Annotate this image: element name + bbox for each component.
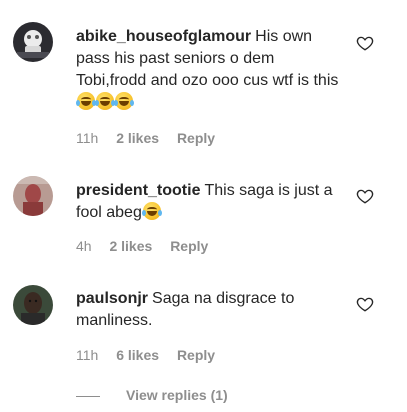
avatar[interactable] [13, 285, 53, 325]
comment-likes[interactable]: 6 likes [116, 347, 159, 363]
comment-meta: 11h 2 likes Reply [76, 130, 229, 146]
tears-of-joy-emoji [95, 92, 115, 110]
comment-username[interactable]: paulsonjr [76, 290, 148, 307]
tears-of-joy-emoji [114, 92, 134, 110]
comment-time[interactable]: 11h [76, 130, 98, 146]
comment-text: paulsonjr Saga na disgrace to manliness. [76, 288, 346, 332]
heart-outline-icon[interactable] [356, 187, 374, 205]
heart-outline-icon[interactable] [356, 34, 374, 52]
avatar[interactable] [13, 176, 53, 216]
comment-meta: 4h 2 likes Reply [76, 238, 222, 254]
view-replies-button[interactable]: View replies (1) [76, 387, 228, 407]
divider-line [76, 395, 100, 397]
reply-button[interactable]: Reply [177, 130, 215, 146]
comment-username[interactable]: president_tootie [76, 182, 200, 199]
comment-likes[interactable]: 2 likes [109, 238, 152, 254]
comment-time[interactable]: 4h [76, 238, 92, 254]
heart-outline-icon[interactable] [356, 295, 374, 313]
comment-time[interactable]: 11h [76, 347, 98, 363]
comment-text: abike_houseofglamour His own pass his pas… [76, 26, 346, 114]
tears-of-joy-emoji [141, 202, 162, 220]
comment-meta: 11h 6 likes Reply [76, 347, 229, 363]
comment-username[interactable]: abike_houseofglamour [76, 28, 251, 45]
reply-button[interactable]: Reply [170, 238, 208, 254]
tears-of-joy-emoji [76, 92, 96, 110]
comment-likes[interactable]: 2 likes [116, 130, 159, 146]
view-replies-label: View replies (1) [126, 387, 228, 403]
comment-text: president_tootie This saga is just a fool… [76, 180, 346, 224]
reply-button[interactable]: Reply [177, 347, 215, 363]
avatar[interactable] [13, 22, 53, 62]
